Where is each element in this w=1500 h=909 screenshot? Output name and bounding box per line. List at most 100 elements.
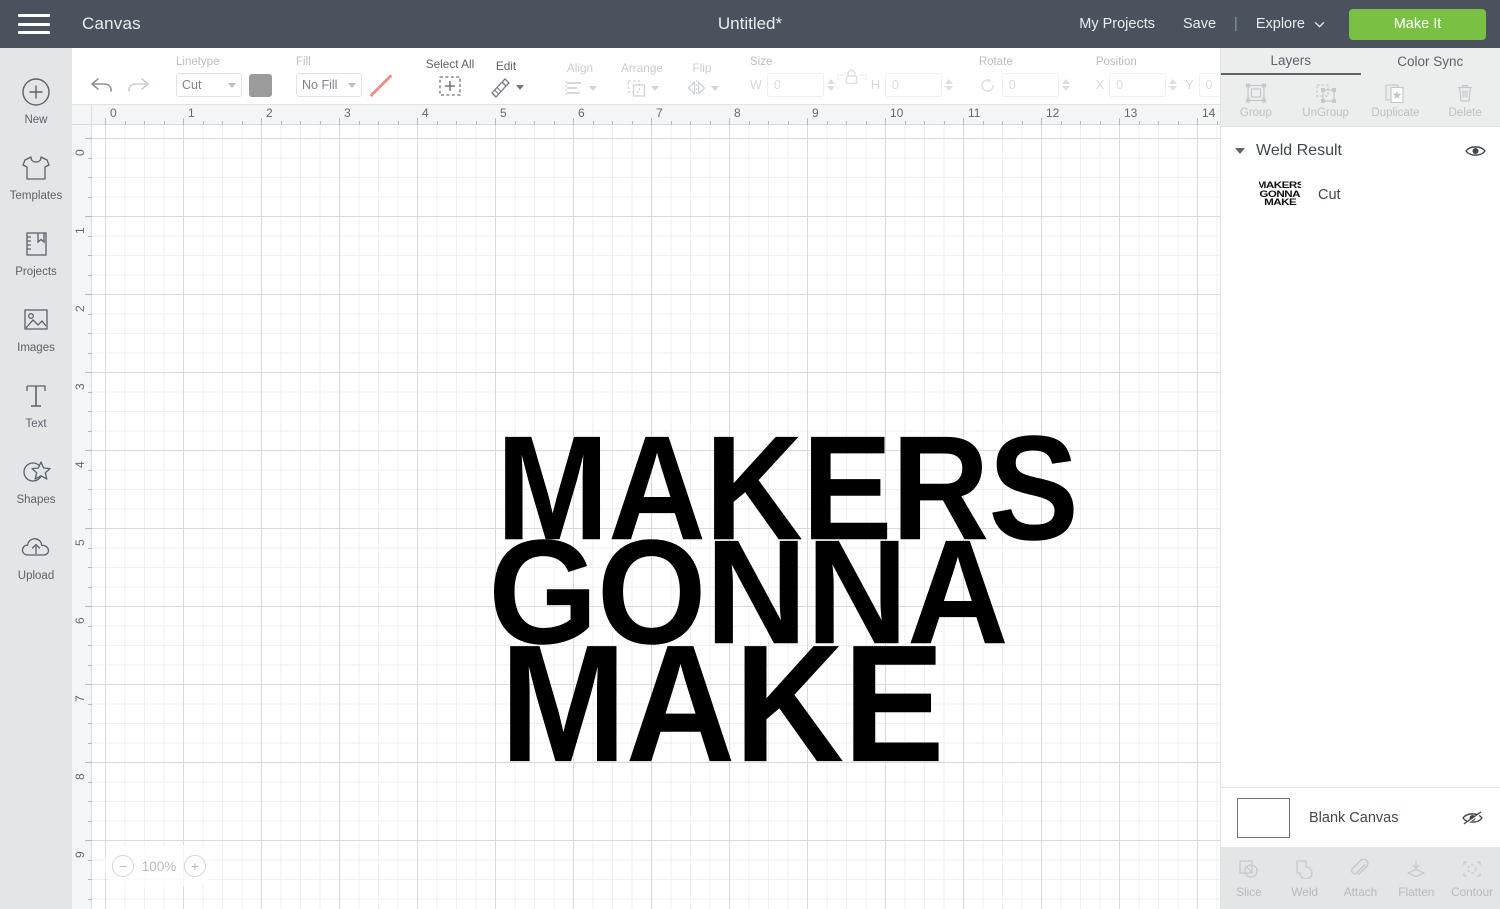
weld-icon [1294, 857, 1316, 881]
chevron-down-icon [348, 82, 356, 88]
ruler-label: 1 [188, 106, 195, 120]
sidebar-item-images[interactable]: Images [0, 290, 72, 366]
linetype-group: Linetype Cut [176, 47, 272, 104]
attach-button[interactable]: Attach [1333, 847, 1389, 909]
position-x-input[interactable] [1109, 73, 1167, 97]
flip-icon [686, 78, 719, 98]
fill-no-fill-swatch[interactable] [369, 74, 392, 97]
duplicate-icon [1384, 82, 1406, 104]
flip-button[interactable]: Flip [676, 61, 728, 98]
layer-group-header[interactable]: Weld Result [1221, 133, 1500, 169]
ruler-minor-tick [358, 121, 360, 125]
sidebar-label-text: Text [25, 417, 47, 430]
ruler-minor-tick [144, 121, 145, 125]
ruler-minor-tick [690, 121, 691, 125]
blank-canvas-row[interactable]: Blank Canvas [1221, 787, 1500, 847]
group-button[interactable]: Group [1221, 75, 1291, 126]
ruler-label: 13 [1124, 106, 1138, 120]
fill-select[interactable]: No Fill [296, 73, 362, 97]
edit-icon [489, 76, 524, 98]
select-edit-group: Select All Edit [420, 47, 532, 104]
sidebar-item-projects[interactable]: Projects [0, 214, 72, 290]
app-header: Canvas Untitled* My Projects Save | Expl… [0, 0, 1500, 48]
ruler-minor-tick [202, 121, 204, 125]
my-projects-link[interactable]: My Projects [1065, 16, 1169, 32]
ruler-tick [85, 450, 92, 451]
rotate-input[interactable] [1001, 73, 1059, 97]
linetype-select[interactable]: Cut [176, 73, 242, 97]
arrange-icon [626, 78, 659, 98]
ruler-minor-tick [709, 121, 711, 125]
flatten-button[interactable]: Flatten [1388, 847, 1444, 909]
delete-button[interactable]: Delete [1430, 75, 1500, 126]
slice-button[interactable]: Slice [1221, 847, 1277, 909]
sidebar-item-text[interactable]: Text [0, 366, 72, 442]
layer-item[interactable]: MAKERS GONNA MAKE Cut [1221, 169, 1500, 221]
align-icon [564, 78, 597, 98]
contour-button[interactable]: Contour [1444, 847, 1500, 909]
width-label: W [750, 78, 762, 92]
text-t-icon [23, 379, 49, 413]
ruler-label: 4 [73, 461, 87, 468]
sidebar-item-new[interactable]: New [0, 62, 72, 138]
design-canvas[interactable]: MAKERS GONNA MAKE 0 1 2 3 4 5 6 7 8 9 10 11 12 13 14 0… [72, 105, 1220, 909]
hamburger-menu-icon[interactable] [18, 14, 50, 34]
duplicate-button[interactable]: Duplicate [1361, 75, 1431, 126]
ruler-minor-tick [88, 567, 92, 568]
width-stepper[interactable] [826, 79, 835, 91]
linetype-color-swatch[interactable] [249, 73, 272, 97]
tab-layers[interactable]: Layers [1221, 48, 1361, 75]
height-label: H [870, 78, 880, 92]
ruler-minor-tick [88, 469, 92, 471]
canvas-artwork[interactable]: MAKERS GONNA MAKE [488, 393, 1079, 809]
triangle-down-icon[interactable] [1235, 148, 1245, 154]
ruler-minor-tick [1021, 121, 1023, 125]
ruler-minor-tick [163, 121, 165, 125]
select-all-button[interactable]: Select All [420, 57, 480, 98]
make-it-button[interactable]: Make It [1349, 8, 1486, 40]
align-button[interactable]: Align [552, 61, 608, 98]
attach-label: Attach [1343, 885, 1378, 899]
weld-button[interactable]: Weld [1277, 847, 1333, 909]
chevron-down-icon [228, 82, 236, 88]
sidebar-item-upload[interactable]: Upload [0, 518, 72, 594]
ruler-tick [1041, 118, 1042, 125]
tab-color-sync[interactable]: Color Sync [1361, 48, 1500, 75]
ruler-tick [573, 118, 574, 125]
height-input[interactable] [884, 73, 942, 97]
height-stepper[interactable] [944, 79, 953, 91]
ruler-minor-tick [280, 121, 282, 125]
ruler-minor-tick [1002, 121, 1003, 125]
tshirt-icon [20, 151, 52, 185]
eye-off-icon[interactable] [1461, 810, 1484, 826]
ruler-minor-tick [88, 333, 92, 334]
artwork-line-3: MAKE [500, 610, 945, 798]
eye-icon[interactable] [1465, 144, 1486, 158]
header-separator: | [1234, 16, 1238, 32]
sidebar-item-templates[interactable]: Templates [0, 138, 72, 214]
save-button[interactable]: Save [1169, 16, 1230, 32]
ungroup-button[interactable]: UnGroup [1291, 75, 1361, 126]
sidebar-item-shapes[interactable]: Shapes [0, 442, 72, 518]
machine-selector[interactable]: Explore [1242, 16, 1339, 32]
undo-icon[interactable] [84, 70, 120, 100]
zoom-in-button[interactable]: + [184, 855, 206, 877]
ruler-minor-tick [319, 121, 321, 125]
ruler-minor-tick [631, 121, 633, 125]
ruler-minor-tick [88, 820, 92, 822]
rotate-stepper[interactable] [1061, 79, 1070, 91]
blank-canvas-swatch[interactable] [1237, 797, 1290, 838]
redo-icon[interactable] [120, 70, 156, 100]
edit-button[interactable]: Edit [480, 59, 532, 98]
zoom-out-button[interactable]: − [112, 855, 134, 877]
arrange-button[interactable]: Arrange [608, 61, 676, 98]
rotate-group: Rotate [977, 47, 1070, 104]
ruler-minor-tick [670, 121, 672, 125]
ruler-label: 7 [656, 106, 663, 120]
trash-icon [1455, 82, 1475, 104]
shapes-icon [21, 455, 51, 489]
ruler-label: 8 [73, 773, 87, 780]
position-x-stepper[interactable] [1169, 79, 1178, 91]
width-input[interactable] [766, 73, 824, 97]
ruler-minor-tick [88, 898, 92, 900]
